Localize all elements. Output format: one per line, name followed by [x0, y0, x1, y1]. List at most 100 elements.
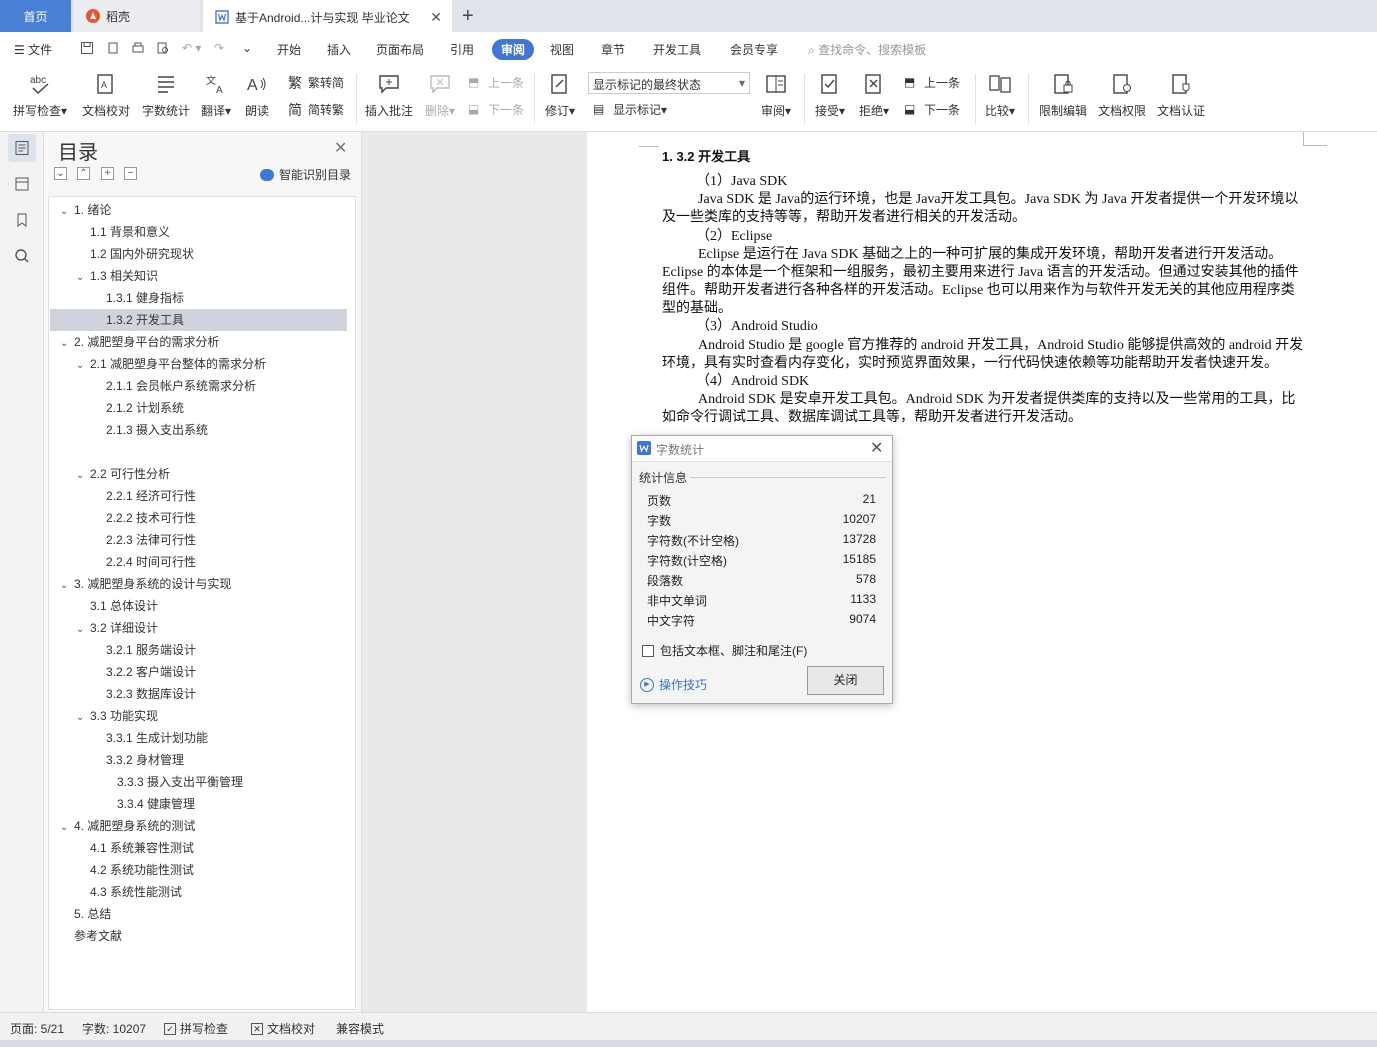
markup-state-select[interactable]: 显示标记的最终状态 ▾: [588, 72, 750, 94]
show-markup-button[interactable]: ▤ 显示标记 ▾: [593, 101, 667, 118]
close-icon[interactable]: ✕: [334, 138, 347, 158]
toc-item[interactable]: 3.2.3 数据库设计: [50, 683, 347, 705]
toc-item[interactable]: 2.1.2 计划系统: [50, 397, 347, 419]
read-aloud-button[interactable]: A 朗读: [242, 70, 272, 119]
checkbox-box[interactable]: [642, 644, 654, 657]
include-footnotes-checkbox[interactable]: 包括文本框、脚注和尾注(F): [642, 642, 807, 659]
doc-proof-status[interactable]: ✕ 文档校对: [251, 1020, 315, 1037]
toc-item[interactable]: ⌄ 2. 减肥塑身平台的需求分析: [50, 331, 347, 353]
tab-home[interactable]: 首页: [0, 0, 71, 32]
chevron-down-icon[interactable]: ⌄: [76, 619, 90, 641]
toc-item[interactable]: 1.3.2 开发工具: [50, 309, 347, 331]
toc-item[interactable]: 参考文献: [50, 925, 347, 947]
add-heading-icon[interactable]: +: [101, 167, 114, 180]
toc-item[interactable]: ⌄ 2.1 减肥塑身平台整体的需求分析: [50, 353, 347, 375]
menu-view[interactable]: 视图: [550, 41, 574, 58]
toc-item[interactable]: 2.2.2 技术可行性: [50, 507, 347, 529]
toc-item[interactable]: ⌄ 3. 减肥塑身系统的设计与实现: [50, 573, 347, 595]
toc-item[interactable]: 1.3.1 健身指标: [50, 287, 347, 309]
search-icon[interactable]: [8, 242, 36, 270]
close-button[interactable]: 关闭: [807, 666, 884, 695]
menu-start[interactable]: 开始: [277, 41, 301, 58]
toc-item[interactable]: 2.1.1 会员帐户系统需求分析: [50, 375, 347, 397]
word-count-button[interactable]: 字数统计: [138, 70, 194, 119]
chevron-down-icon[interactable]: ⌄: [76, 707, 90, 729]
customize-icon[interactable]: ⌄: [242, 41, 252, 55]
toc-item[interactable]: 3.1 总体设计: [50, 595, 347, 617]
toc-item[interactable]: 2.2.1 经济可行性: [50, 485, 347, 507]
simp-to-trad-button[interactable]: 简简转繁: [288, 101, 344, 118]
accept-button[interactable]: 接受▾: [812, 70, 848, 119]
translate-button[interactable]: 文A 翻译▾: [198, 70, 234, 119]
prev-comment-button[interactable]: ⬒ 上一条: [468, 74, 524, 91]
chapter-nav-icon[interactable]: [8, 170, 36, 198]
toc-item[interactable]: 4.1 系统兼容性测试: [50, 837, 347, 859]
review-pane-button[interactable]: 审阅▾: [758, 70, 794, 119]
chevron-down-icon[interactable]: ⌄: [76, 267, 90, 289]
spellcheck-button[interactable]: abc 拼写检查▾: [10, 70, 70, 119]
bookmark-icon[interactable]: [8, 206, 36, 234]
toc-item[interactable]: 2.1.3 摄入支出系统: [50, 419, 347, 441]
compare-button[interactable]: 比较▾: [982, 70, 1018, 119]
file-menu[interactable]: ☰ 文件: [14, 41, 52, 58]
toc-item[interactable]: ⌄ 3.3 功能实现: [50, 705, 347, 727]
prev-change-button[interactable]: ⬒ 上一条: [904, 74, 960, 91]
close-icon[interactable]: ✕: [870, 438, 883, 458]
smart-toc-button[interactable]: 智能识别目录: [260, 166, 351, 183]
tab-document[interactable]: 基于Android...计与实现 毕业论文 ✕: [203, 0, 452, 32]
toc-item[interactable]: 4.3 系统性能测试: [50, 881, 347, 903]
toc-item[interactable]: 5. 总结: [50, 903, 347, 925]
toc-item[interactable]: ⌄ 3.2 详细设计: [50, 617, 347, 639]
toc-item[interactable]: 4.2 系统功能性测试: [50, 859, 347, 881]
delete-comment-button[interactable]: 删除▾: [422, 70, 458, 119]
revise-button[interactable]: 修订▾: [542, 70, 578, 119]
chevron-down-icon[interactable]: ⌄: [60, 817, 74, 839]
doc-cert-button[interactable]: 文档认证: [1154, 70, 1208, 119]
toc-item[interactable]: ⌄ 4. 减肥塑身系统的测试: [50, 815, 347, 837]
tab-daoke[interactable]: 稻壳: [74, 0, 200, 32]
save-icon[interactable]: [80, 41, 94, 58]
menu-review[interactable]: 审阅: [492, 39, 535, 60]
menu-page-layout[interactable]: 页面布局: [376, 41, 424, 58]
new-tab-icon[interactable]: +: [462, 5, 474, 28]
toc-item[interactable]: 3.3.4 健康管理: [50, 793, 347, 815]
menu-insert[interactable]: 插入: [327, 41, 351, 58]
toc-item[interactable]: 1.1 背景和意义: [50, 221, 347, 243]
print-icon[interactable]: [131, 41, 145, 58]
toc-item[interactable]: 3.3.2 身材管理: [50, 749, 347, 771]
restrict-edit-button[interactable]: 限制编辑: [1036, 70, 1090, 119]
chevron-down-icon[interactable]: ⌄: [60, 201, 74, 223]
collapse-all-icon[interactable]: ⌃: [77, 167, 90, 180]
expand-all-icon[interactable]: ⌄: [54, 167, 67, 180]
toc-item[interactable]: 3.2.2 客户端设计: [50, 661, 347, 683]
menu-member[interactable]: 会员专享: [730, 41, 778, 58]
doc-proof-button[interactable]: A 文档校对: [78, 70, 134, 119]
page-indicator[interactable]: 页面: 5/21: [10, 1020, 64, 1037]
insert-comment-button[interactable]: 插入批注: [364, 70, 414, 119]
toc-item[interactable]: ⌄ 2.2 可行性分析: [50, 463, 347, 485]
word-count-indicator[interactable]: 字数: 10207: [82, 1020, 146, 1037]
chevron-down-icon[interactable]: ⌄: [76, 465, 90, 487]
menu-reference[interactable]: 引用: [450, 41, 474, 58]
tips-link[interactable]: ▶ 操作技巧: [640, 676, 707, 693]
chevron-down-icon[interactable]: ⌄: [76, 355, 90, 377]
doc-permission-button[interactable]: 文档权限: [1095, 70, 1149, 119]
menu-chapter[interactable]: 章节: [601, 41, 625, 58]
print-preview-icon[interactable]: [156, 41, 170, 58]
undo-icon[interactable]: ↶ ▾: [182, 41, 201, 55]
command-search[interactable]: ⌕ 查找命令、搜索模板: [808, 41, 926, 58]
remove-heading-icon[interactable]: −: [124, 167, 137, 180]
chevron-down-icon[interactable]: ⌄: [60, 333, 74, 355]
toc-item[interactable]: 2.2.4 时间可行性: [50, 551, 347, 573]
chevron-down-icon[interactable]: ⌄: [60, 575, 74, 597]
redo-icon[interactable]: ↷: [214, 41, 224, 55]
menu-dev-tools[interactable]: 开发工具: [653, 41, 701, 58]
trad-to-simp-button[interactable]: 繁繁转简: [288, 74, 344, 91]
toc-item[interactable]: ⌄ 1.3 相关知识: [50, 265, 347, 287]
next-change-button[interactable]: ⬓ 下一条: [904, 101, 960, 118]
toc-view-icon[interactable]: [8, 134, 36, 162]
toc-item[interactable]: 1.2 国内外研究现状: [50, 243, 347, 265]
toc-item[interactable]: 3.3.3 摄入支出平衡管理: [50, 771, 347, 793]
next-comment-button[interactable]: ⬓ 下一条: [468, 101, 524, 118]
toc-item[interactable]: ⌄ 1. 绪论: [50, 199, 347, 221]
